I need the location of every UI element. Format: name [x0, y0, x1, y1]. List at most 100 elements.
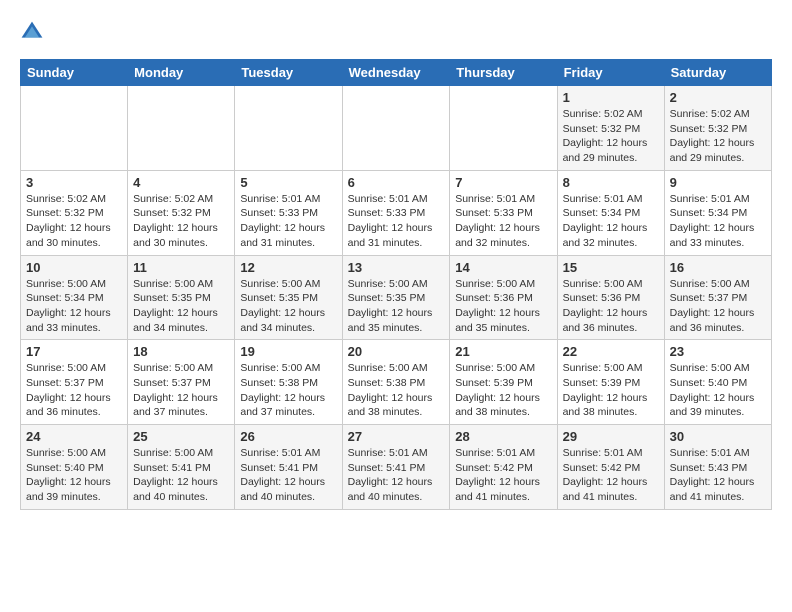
day-number: 8: [563, 175, 659, 190]
calendar-empty-cell: [235, 86, 342, 171]
calendar-day-15: 15 Sunrise: 5:00 AM Sunset: 5:36 PM Dayli…: [557, 255, 664, 340]
day-info: Sunrise: 5:01 AM Sunset: 5:42 PM Dayligh…: [455, 446, 551, 505]
calendar-day-17: 17 Sunrise: 5:00 AM Sunset: 5:37 PM Dayli…: [21, 340, 128, 425]
calendar-day-19: 19Sunrise: 5:00 AM Sunset: 5:38 PM Dayli…: [235, 340, 342, 425]
calendar-day-1: 1 Sunrise: 5:02 AM Sunset: 5:32 PM Daylig…: [557, 86, 664, 171]
calendar-day-11: 11 Sunrise: 5:00 AM Sunset: 5:35 PM Dayli…: [128, 255, 235, 340]
day-info: Sunrise: 5:00 AM Sunset: 5:39 PM Dayligh…: [563, 361, 659, 420]
day-number: 29: [563, 429, 659, 444]
day-number: 15: [563, 260, 659, 275]
calendar-day-20: 20Sunrise: 5:00 AM Sunset: 5:38 PM Dayli…: [342, 340, 450, 425]
calendar-empty-cell: [128, 86, 235, 171]
calendar-day-8: 8 Sunrise: 5:01 AM Sunset: 5:34 PM Daylig…: [557, 170, 664, 255]
calendar-day-24: 24Sunrise: 5:00 AM Sunset: 5:40 PM Dayli…: [21, 425, 128, 510]
day-info: Sunrise: 5:00 AM Sunset: 5:40 PM Dayligh…: [670, 361, 766, 420]
calendar-day-30: 30 Sunrise: 5:01 AM Sunset: 5:43 PM Dayli…: [664, 425, 771, 510]
day-info: Sunrise: 5:01 AM Sunset: 5:41 PM Dayligh…: [240, 446, 336, 505]
calendar-week-row: 1 Sunrise: 5:02 AM Sunset: 5:32 PM Daylig…: [21, 86, 772, 171]
calendar-day-6: 6Sunrise: 5:01 AM Sunset: 5:33 PM Daylig…: [342, 170, 450, 255]
day-number: 16: [670, 260, 766, 275]
day-header-wednesday: Wednesday: [342, 60, 450, 86]
day-number: 17: [26, 344, 122, 359]
day-number: 11: [133, 260, 229, 275]
logo: [20, 20, 46, 49]
day-number: 7: [455, 175, 551, 190]
day-info: Sunrise: 5:01 AM Sunset: 5:41 PM Dayligh…: [348, 446, 445, 505]
day-info: Sunrise: 5:00 AM Sunset: 5:36 PM Dayligh…: [563, 277, 659, 336]
calendar-empty-cell: [342, 86, 450, 171]
day-number: 30: [670, 429, 766, 444]
calendar-day-28: 28 Sunrise: 5:01 AM Sunset: 5:42 PM Dayli…: [450, 425, 557, 510]
day-number: 21: [455, 344, 551, 359]
day-number: 25: [133, 429, 229, 444]
header: [20, 20, 772, 49]
day-header-sunday: Sunday: [21, 60, 128, 86]
day-info: Sunrise: 5:01 AM Sunset: 5:33 PM Dayligh…: [455, 192, 551, 251]
day-info: Sunrise: 5:00 AM Sunset: 5:37 PM Dayligh…: [670, 277, 766, 336]
calendar-week-row: 24Sunrise: 5:00 AM Sunset: 5:40 PM Dayli…: [21, 425, 772, 510]
day-info: Sunrise: 5:02 AM Sunset: 5:32 PM Dayligh…: [563, 107, 659, 166]
calendar-day-26: 26 Sunrise: 5:01 AM Sunset: 5:41 PM Dayli…: [235, 425, 342, 510]
day-number: 20: [348, 344, 445, 359]
day-number: 13: [348, 260, 445, 275]
calendar-day-18: 18 Sunrise: 5:00 AM Sunset: 5:37 PM Dayli…: [128, 340, 235, 425]
day-number: 9: [670, 175, 766, 190]
calendar-day-22: 22 Sunrise: 5:00 AM Sunset: 5:39 PM Dayli…: [557, 340, 664, 425]
calendar-day-4: 4 Sunrise: 5:02 AM Sunset: 5:32 PM Daylig…: [128, 170, 235, 255]
calendar-day-21: 21 Sunrise: 5:00 AM Sunset: 5:39 PM Dayli…: [450, 340, 557, 425]
day-number: 26: [240, 429, 336, 444]
day-info: Sunrise: 5:01 AM Sunset: 5:34 PM Dayligh…: [563, 192, 659, 251]
day-info: Sunrise: 5:00 AM Sunset: 5:34 PM Dayligh…: [26, 277, 122, 336]
day-info: Sunrise: 5:02 AM Sunset: 5:32 PM Dayligh…: [133, 192, 229, 251]
day-info: Sunrise: 5:02 AM Sunset: 5:32 PM Dayligh…: [670, 107, 766, 166]
day-number: 10: [26, 260, 122, 275]
calendar-day-23: 23 Sunrise: 5:00 AM Sunset: 5:40 PM Dayli…: [664, 340, 771, 425]
calendar-week-row: 10 Sunrise: 5:00 AM Sunset: 5:34 PM Dayli…: [21, 255, 772, 340]
day-number: 2: [670, 90, 766, 105]
day-info: Sunrise: 5:01 AM Sunset: 5:33 PM Dayligh…: [348, 192, 445, 251]
calendar-day-5: 5 Sunrise: 5:01 AM Sunset: 5:33 PM Daylig…: [235, 170, 342, 255]
day-header-tuesday: Tuesday: [235, 60, 342, 86]
day-info: Sunrise: 5:01 AM Sunset: 5:34 PM Dayligh…: [670, 192, 766, 251]
day-info: Sunrise: 5:00 AM Sunset: 5:36 PM Dayligh…: [455, 277, 551, 336]
day-info: Sunrise: 5:00 AM Sunset: 5:35 PM Dayligh…: [348, 277, 445, 336]
calendar-week-row: 3 Sunrise: 5:02 AM Sunset: 5:32 PM Daylig…: [21, 170, 772, 255]
day-number: 1: [563, 90, 659, 105]
calendar-empty-cell: [21, 86, 128, 171]
day-info: Sunrise: 5:00 AM Sunset: 5:37 PM Dayligh…: [133, 361, 229, 420]
day-number: 18: [133, 344, 229, 359]
day-number: 14: [455, 260, 551, 275]
day-info: Sunrise: 5:00 AM Sunset: 5:35 PM Dayligh…: [133, 277, 229, 336]
day-number: 4: [133, 175, 229, 190]
day-number: 5: [240, 175, 336, 190]
day-info: Sunrise: 5:02 AM Sunset: 5:32 PM Dayligh…: [26, 192, 122, 251]
day-info: Sunrise: 5:00 AM Sunset: 5:41 PM Dayligh…: [133, 446, 229, 505]
calendar-day-29: 29Sunrise: 5:01 AM Sunset: 5:42 PM Dayli…: [557, 425, 664, 510]
day-info: Sunrise: 5:00 AM Sunset: 5:39 PM Dayligh…: [455, 361, 551, 420]
day-number: 28: [455, 429, 551, 444]
calendar-day-16: 16 Sunrise: 5:00 AM Sunset: 5:37 PM Dayli…: [664, 255, 771, 340]
day-header-friday: Friday: [557, 60, 664, 86]
day-info: Sunrise: 5:00 AM Sunset: 5:37 PM Dayligh…: [26, 361, 122, 420]
calendar-table: SundayMondayTuesdayWednesdayThursdayFrid…: [20, 59, 772, 510]
calendar-header-row: SundayMondayTuesdayWednesdayThursdayFrid…: [21, 60, 772, 86]
calendar-day-2: 2 Sunrise: 5:02 AM Sunset: 5:32 PM Daylig…: [664, 86, 771, 171]
day-info: Sunrise: 5:00 AM Sunset: 5:40 PM Dayligh…: [26, 446, 122, 505]
calendar-week-row: 17 Sunrise: 5:00 AM Sunset: 5:37 PM Dayli…: [21, 340, 772, 425]
day-header-thursday: Thursday: [450, 60, 557, 86]
day-number: 22: [563, 344, 659, 359]
calendar-day-10: 10 Sunrise: 5:00 AM Sunset: 5:34 PM Dayli…: [21, 255, 128, 340]
day-number: 19: [240, 344, 336, 359]
calendar-day-25: 25 Sunrise: 5:00 AM Sunset: 5:41 PM Dayli…: [128, 425, 235, 510]
day-header-monday: Monday: [128, 60, 235, 86]
day-info: Sunrise: 5:00 AM Sunset: 5:35 PM Dayligh…: [240, 277, 336, 336]
day-number: 3: [26, 175, 122, 190]
calendar-day-27: 27Sunrise: 5:01 AM Sunset: 5:41 PM Dayli…: [342, 425, 450, 510]
day-header-saturday: Saturday: [664, 60, 771, 86]
calendar-day-9: 9 Sunrise: 5:01 AM Sunset: 5:34 PM Daylig…: [664, 170, 771, 255]
day-info: Sunrise: 5:01 AM Sunset: 5:33 PM Dayligh…: [240, 192, 336, 251]
page: SundayMondayTuesdayWednesdayThursdayFrid…: [0, 0, 792, 520]
day-number: 23: [670, 344, 766, 359]
calendar-day-3: 3 Sunrise: 5:02 AM Sunset: 5:32 PM Daylig…: [21, 170, 128, 255]
day-info: Sunrise: 5:01 AM Sunset: 5:43 PM Dayligh…: [670, 446, 766, 505]
